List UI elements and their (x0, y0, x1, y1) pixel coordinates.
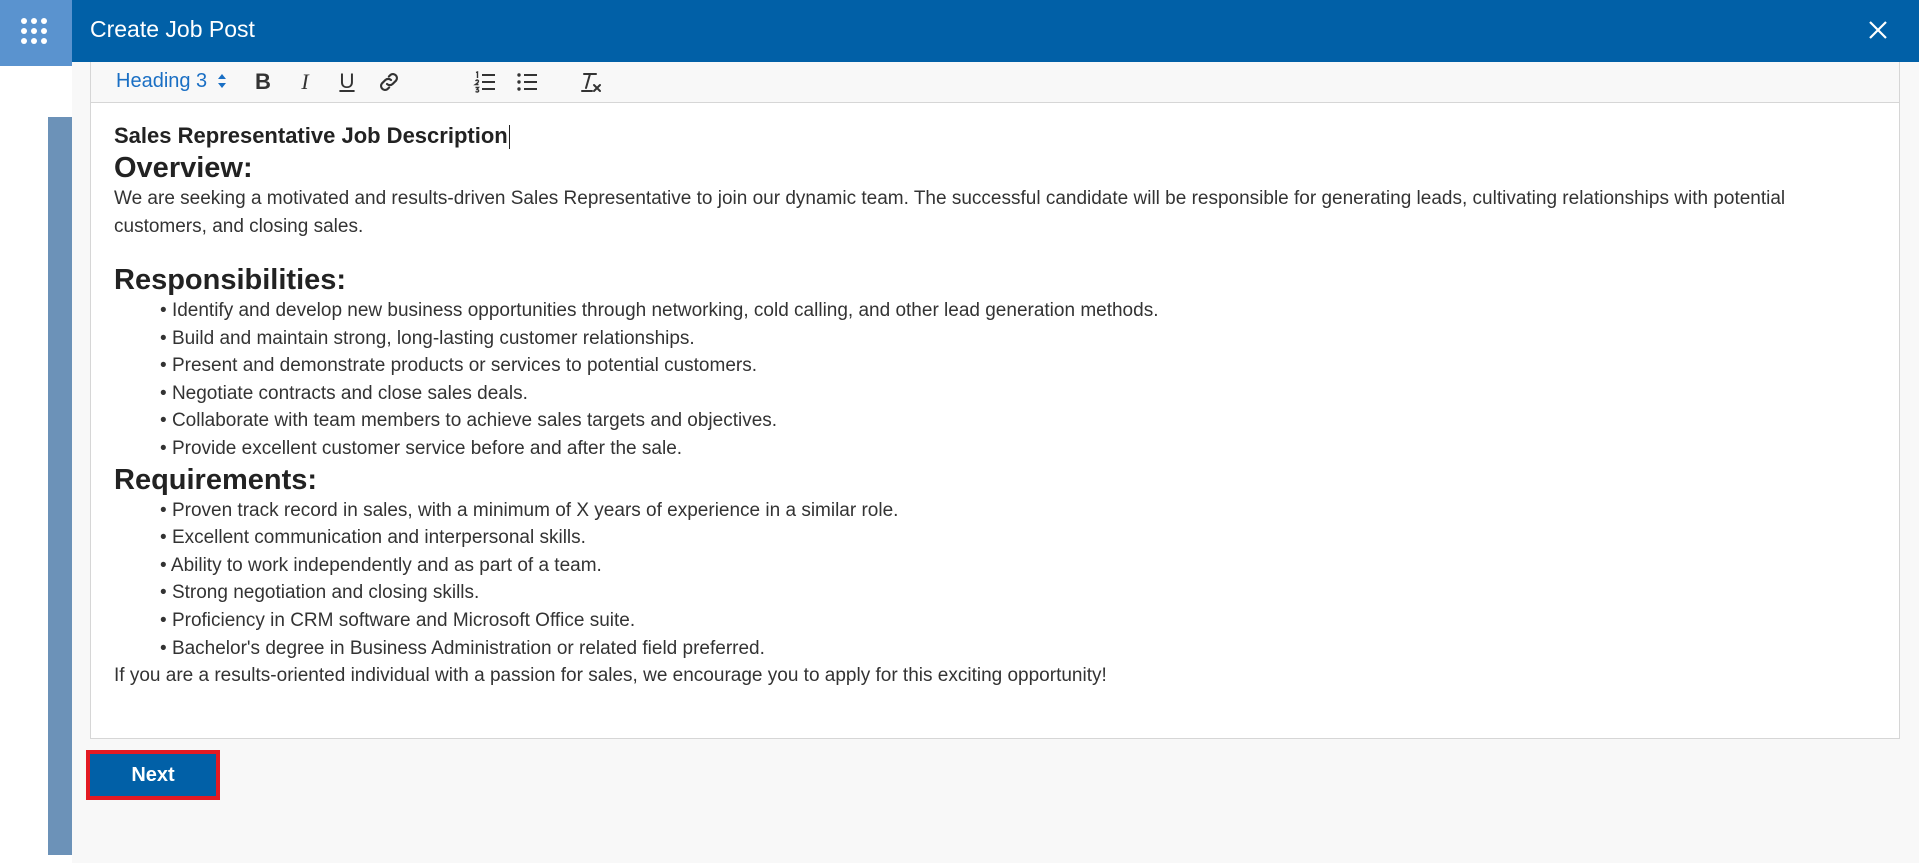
numbered-list-icon (473, 71, 495, 93)
job-title-text: Sales Representative Job Description (114, 123, 508, 148)
format-dropdown-value: Heading 3 (116, 70, 208, 92)
list-item: Strong negotiation and closing skills. (160, 579, 1876, 607)
list-item: Ability to work independently and as par… (160, 552, 1876, 580)
list-item: Identify and develop new business opport… (160, 297, 1876, 325)
close-icon (1869, 21, 1887, 39)
clear-formatting-icon (581, 73, 601, 92)
numbered-list-button[interactable] (471, 68, 499, 96)
create-job-post-dialog: Create Job Post Heading 3 B I U Sales Re… (72, 0, 1919, 863)
bold-button[interactable]: B (249, 68, 277, 96)
overview-heading: Overview: (114, 152, 253, 184)
list-item: Provide excellent customer service befor… (160, 435, 1876, 463)
responsibilities-list: Identify and develop new business opport… (114, 297, 1876, 463)
list-item: Build and maintain strong, long-lasting … (160, 325, 1876, 353)
list-item: Proven track record in sales, with a min… (160, 497, 1876, 525)
editor-toolbar: Heading 3 B I U (90, 62, 1900, 102)
bullet-list-icon (517, 73, 537, 91)
closing-paragraph: If you are a results-oriented individual… (114, 665, 1107, 687)
link-button[interactable] (375, 68, 403, 96)
list-item: Bachelor's degree in Business Administra… (160, 635, 1876, 663)
requirements-heading: Requirements: (114, 463, 318, 496)
responsibilities-heading: Responsibilities: (114, 264, 347, 296)
list-item: Present and demonstrate products or serv… (160, 352, 1876, 380)
list-item: Negotiate contracts and close sales deal… (160, 380, 1876, 408)
dialog-title: Create Job Post (90, 16, 255, 42)
job-title-heading: Sales Representative Job Description (114, 121, 1876, 151)
underline-button[interactable]: U (333, 68, 361, 96)
list-item: Collaborate with team members to achieve… (160, 407, 1876, 435)
italic-button[interactable]: I (291, 68, 319, 96)
list-item: Proficiency in CRM software and Microsof… (160, 607, 1876, 635)
next-button[interactable]: Next (86, 750, 220, 800)
app-topbar (0, 0, 72, 66)
list-item: Excellent communication and interpersona… (160, 524, 1876, 552)
text-caret (508, 125, 510, 150)
sort-arrows-icon (217, 73, 227, 89)
rich-text-editor[interactable]: Sales Representative Job Description Ove… (90, 102, 1900, 739)
dialog-header: Create Job Post (72, 0, 1919, 62)
app-left-rail (48, 117, 72, 855)
app-launcher-icon[interactable] (21, 18, 47, 44)
format-dropdown[interactable]: Heading 3 (116, 69, 227, 93)
bullet-list-button[interactable] (513, 68, 541, 96)
clear-formatting-button[interactable] (577, 68, 605, 96)
link-icon (380, 73, 398, 91)
requirements-list: Proven track record in sales, with a min… (114, 497, 1876, 663)
overview-paragraph: We are seeking a motivated and results-d… (114, 188, 1786, 237)
close-button[interactable] (1863, 15, 1893, 45)
